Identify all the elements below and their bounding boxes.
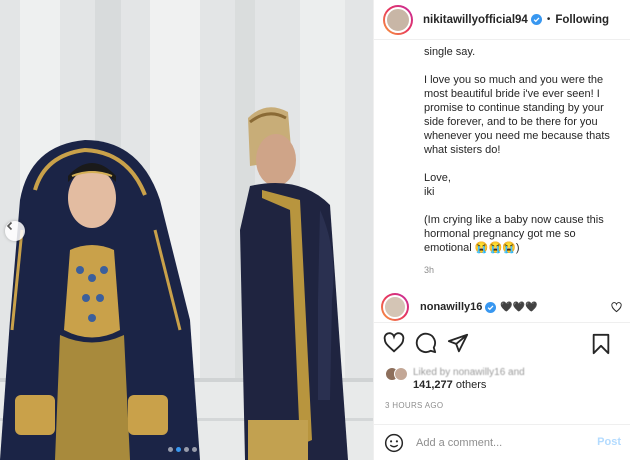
comment-item: nonawilly16 🖤🖤🖤 [381, 293, 626, 321]
likes-count[interactable]: 141,277 others [413, 379, 525, 392]
commenter-username[interactable]: nonawilly16 [420, 301, 482, 313]
share-button[interactable] [446, 331, 470, 355]
commenter-avatar[interactable] [381, 293, 409, 321]
comment-input[interactable] [416, 436, 586, 449]
post-comment-button[interactable]: Post [597, 436, 621, 448]
post-actions-bar [374, 322, 630, 362]
carousel-dots [168, 447, 197, 452]
caption-timestamp[interactable]: 3h [424, 265, 434, 275]
comment-text: 🖤🖤🖤 [500, 301, 538, 313]
wedding-photo-illustration [0, 0, 373, 460]
save-button[interactable] [589, 332, 613, 356]
comment-icon [415, 332, 437, 353]
caption-paragraph: single say. [424, 46, 476, 58]
add-comment-bar: Post [374, 424, 630, 460]
author-avatar[interactable] [383, 4, 413, 35]
liker-avatars[interactable] [385, 367, 409, 381]
heart-icon [383, 331, 405, 352]
verified-badge-icon [530, 14, 542, 25]
verified-badge-icon [485, 301, 497, 313]
share-icon [447, 333, 469, 352]
post-photo[interactable] [0, 0, 373, 460]
comment-like-heart-icon[interactable] [611, 302, 622, 313]
carousel-dot [184, 447, 189, 452]
post-header: nikitawillyofficial94 • Following [374, 0, 630, 40]
likes-others-label: others [455, 379, 487, 391]
bookmark-icon [592, 333, 610, 355]
likes-count-number: 141,277 [413, 379, 453, 391]
liked-by-text[interactable]: Liked by nonawilly16 and [413, 366, 525, 379]
post-time-ago[interactable]: 3 HOURS AGO [385, 401, 443, 410]
chevron-left-icon [6, 221, 13, 231]
like-button[interactable] [382, 331, 406, 355]
comment-button[interactable] [414, 331, 438, 355]
follow-separator: • [546, 14, 551, 25]
carousel-prev-button[interactable] [5, 221, 25, 241]
carousel-dot-active [176, 447, 181, 452]
carousel-dot [168, 447, 173, 452]
author-username[interactable]: nikitawillyofficial94 [423, 14, 528, 26]
caption-paragraph: (Im crying like a baby now cause this ho… [424, 214, 604, 254]
emoji-icon[interactable] [384, 433, 404, 453]
likes-section: Liked by nonawilly16 and 141,277 others [385, 366, 525, 392]
carousel-dot [192, 447, 197, 452]
caption-paragraph: I love you so much and you were the most… [424, 74, 610, 156]
post-caption: single say. I love you so much and you w… [424, 45, 624, 269]
following-button[interactable]: Following [555, 14, 609, 26]
post-side-panel: nikitawillyofficial94 • Following single… [373, 0, 630, 460]
caption-paragraph: Love, iki [424, 172, 451, 198]
